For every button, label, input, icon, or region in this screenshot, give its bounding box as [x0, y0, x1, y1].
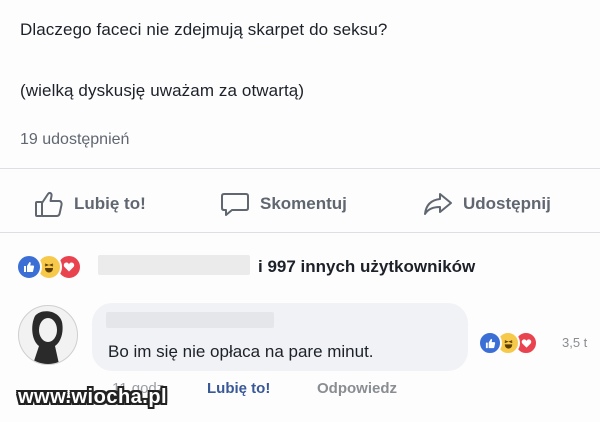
like-button[interactable]: Lubię to! — [34, 190, 146, 218]
reactions-summary[interactable]: i 997 innych użytkowników — [258, 257, 475, 277]
like-button-label: Lubię to! — [74, 194, 146, 213]
divider — [0, 168, 600, 169]
comment-reactions-icons[interactable] — [478, 331, 538, 355]
reactions-icons[interactable] — [16, 254, 82, 280]
divider — [0, 232, 600, 233]
comment-like-link[interactable]: Lubię to! — [207, 380, 270, 397]
avatar[interactable] — [18, 305, 78, 365]
shares-count[interactable]: 19 udostępnień — [20, 131, 129, 149]
comment-reply-link[interactable]: Odpowiedz — [317, 380, 397, 397]
comment-button-label: Skomentuj — [260, 194, 347, 213]
redacted-commenter-name — [106, 312, 274, 328]
thumbs-up-icon — [34, 190, 64, 218]
comment-button[interactable]: Skomentuj — [220, 190, 347, 218]
like-icon — [16, 254, 42, 280]
redacted-names — [98, 255, 250, 275]
comment-reaction-count[interactable]: 3,5 t — [562, 335, 587, 350]
comment-text: Bo im się nie opłaca na pare minut. — [108, 342, 374, 361]
watermark: www.wiocha.pl — [18, 386, 168, 408]
post-text-line-1: Dlaczego faceci nie zdejmują skarpet do … — [20, 20, 388, 39]
post-text-line-2: (wielką dyskusję uważam za otwartą) — [20, 81, 305, 100]
share-button-label: Udostępnij — [463, 194, 551, 213]
speech-bubble-icon — [220, 190, 250, 218]
like-icon — [478, 331, 502, 355]
share-button[interactable]: Udostępnij — [423, 190, 551, 218]
profile-silhouette-icon — [32, 311, 63, 364]
share-arrow-icon — [423, 190, 453, 218]
